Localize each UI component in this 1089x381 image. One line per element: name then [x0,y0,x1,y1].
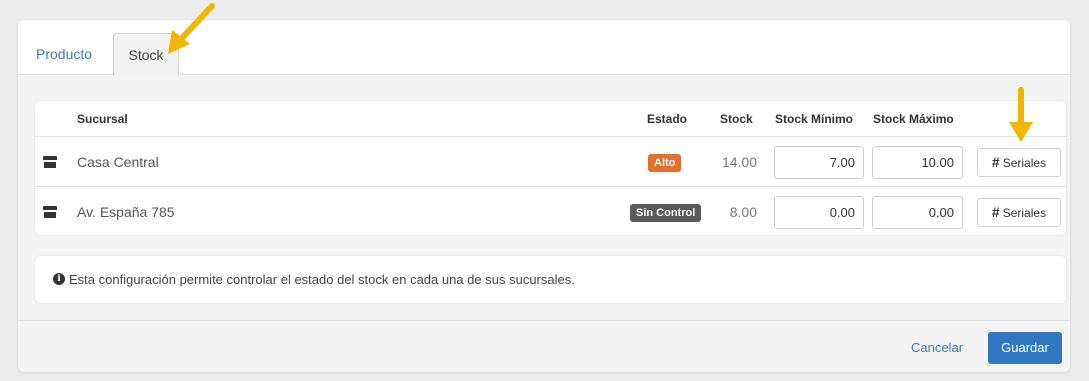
stock-value: 8.00 [729,204,757,220]
header-stock-minimo: Stock Mínimo [775,112,854,126]
header-sucursal: Sucursal [77,112,128,126]
hash-icon: # [991,204,1000,220]
hash-icon: # [991,154,1000,170]
store-icon [43,206,57,218]
table-row: Av. España 785 Sin Control 8.00 #Seriale… [35,188,1066,237]
table-row: Casa Central Alto 14.00 #Seriales [35,138,1066,187]
header-estado: Estado [647,112,688,126]
info-message: i Esta configuración permite controlar e… [35,256,1066,303]
stock-min-input[interactable] [774,196,864,229]
product-dialog: Producto Stock Sucursal Estado Stock Sto… [18,20,1070,372]
header-stock-maximo: Stock Máximo [873,112,954,126]
cancel-button[interactable]: Cancelar [911,333,963,363]
info-text: Esta configuración permite controlar el … [69,272,575,287]
dialog-footer: Cancelar Guardar [18,320,1070,372]
seriales-button[interactable]: # Seriales [977,198,1061,227]
seriales-button[interactable]: # Seriales [977,148,1061,177]
save-button[interactable]: Guardar [988,332,1062,364]
annotation-arrow-icon [1009,87,1033,142]
seriales-label: Seriales [1002,206,1047,220]
seriales-label: Seriales [1002,156,1047,170]
table-header: Sucursal Estado Stock Stock Mínimo Stock… [35,101,1066,137]
sucursal-name: Av. España 785 [77,204,175,220]
tab-producto[interactable]: Producto [18,33,110,76]
status-badge: Alto [648,154,682,172]
stock-panel: Sucursal Estado Stock Stock Mínimo Stock… [18,76,1070,320]
sucursal-name: Casa Central [77,154,159,170]
stock-value: 14.00 [721,154,757,170]
stock-table: Sucursal Estado Stock Stock Mínimo Stock… [35,101,1066,235]
stock-max-input[interactable] [872,146,963,179]
stock-min-input[interactable] [774,146,864,179]
annotation-arrow-icon [168,3,215,54]
info-circle-icon: i [53,273,65,285]
status-badge: Sin Control [630,204,702,222]
stock-max-input[interactable] [872,196,963,229]
store-icon [43,156,57,168]
header-stock: Stock [720,112,753,126]
